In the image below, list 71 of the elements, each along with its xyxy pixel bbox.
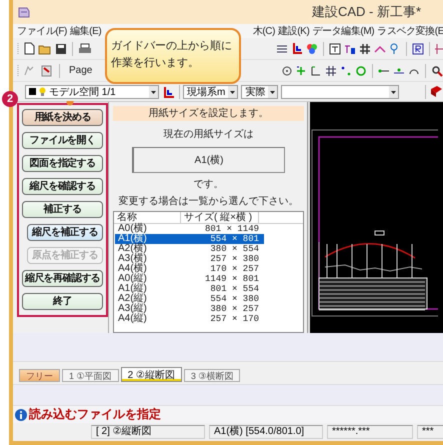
target-icon	[282, 66, 292, 76]
menu-item[interactable]: 木(C)	[252, 24, 276, 38]
hash-icon	[359, 42, 371, 54]
status-message: 読み込むファイルを指定	[29, 406, 161, 423]
guide-step-button[interactable]: 補正する	[22, 201, 103, 218]
dropdown-field[interactable]: 現場系m	[183, 84, 238, 98]
r-icon	[412, 42, 424, 54]
sheet-tab[interactable]: 1 ①平面図	[62, 369, 119, 382]
corner-icon	[310, 64, 322, 76]
instruction-banner: 用紙サイズを設定します。	[113, 106, 304, 121]
list-row[interactable]: A0(横) 801 × 1149	[115, 224, 264, 234]
guide-step-button[interactable]: 縮尺を再確認する	[22, 270, 103, 287]
sheet-tab[interactable]: 2 ②縦断図	[120, 367, 182, 382]
window-title: 建設CAD - 新工事*	[312, 3, 421, 21]
status-cell: [ 2] ②縦断図	[91, 425, 205, 439]
list-row[interactable]: A1(縦) 801 × 554	[115, 284, 264, 294]
dropdown-field[interactable]: モデル空間 1/1	[25, 84, 159, 98]
menu-item[interactable]: データ編集(M)	[312, 24, 374, 38]
toolbar-grip-icon	[17, 64, 20, 78]
callout-text: ガイドバーの上から順に作業を行います。	[105, 28, 241, 84]
guide-step-button[interactable]: 図面を指定する	[22, 155, 103, 172]
list-row[interactable]: A4(横) 170 × 257	[115, 264, 264, 274]
menu-item[interactable]: 建設(K)	[278, 24, 310, 38]
list-row[interactable]: A2(横) 380 × 554	[115, 244, 264, 254]
circle-icon	[355, 64, 367, 76]
current-size-display: A1(横)	[132, 147, 285, 173]
sheet-tab[interactable]: フリー	[19, 369, 60, 382]
app-icon	[17, 5, 31, 19]
menu-item[interactable]: 編集(E)	[70, 24, 102, 38]
dropdown-field[interactable]: 実際	[241, 84, 278, 98]
new-document-icon	[23, 42, 35, 55]
guide-step-button[interactable]: 終了	[22, 293, 103, 310]
list-row[interactable]: A0(縦) 1149 × 801	[115, 274, 264, 284]
text: です。	[194, 179, 224, 191]
bulb-icon	[39, 87, 46, 96]
toolbar-grip-icon	[17, 42, 20, 56]
column-header[interactable]: 名称	[114, 212, 181, 223]
save-icon	[55, 42, 67, 54]
open-folder-icon	[38, 42, 52, 54]
column-header[interactable]: サイズ( 縦×横 )	[181, 212, 259, 223]
color-swatch-icon	[29, 88, 36, 95]
step-badge: 2	[2, 91, 18, 107]
list-row[interactable]: A3(縦) 380 × 257	[115, 304, 264, 314]
text-box-icon	[329, 42, 341, 54]
dropdown-field[interactable]	[281, 84, 400, 98]
guide-step-button[interactable]: 縮尺を補正する	[27, 224, 103, 241]
text-insert-icon	[344, 42, 356, 54]
list-row[interactable]: A2(縦) 554 × 380	[115, 294, 264, 304]
guide-step-button[interactable]: ファイルを開く	[22, 132, 103, 149]
prompt-text: 現在の用紙サイズは	[164, 129, 254, 141]
status-cell: A1(横) [554.0/801.0]	[209, 425, 323, 439]
color-wheel-icon	[306, 42, 318, 54]
axis-icon	[162, 84, 176, 98]
list-icon	[276, 42, 288, 54]
status-cell: ******.***	[327, 425, 413, 439]
plus-grid-icon	[435, 42, 443, 54]
dots-icon	[340, 64, 352, 76]
page-button[interactable]: Page	[65, 64, 96, 77]
magnifier-icon	[431, 64, 443, 76]
axis-icon	[291, 42, 303, 55]
hash-icon	[325, 64, 337, 76]
sheet-tab[interactable]: 3 ③横断図	[184, 369, 240, 382]
guide-step-button[interactable]: 縮尺を確認する	[22, 178, 103, 195]
list-row[interactable]: A3(横) 257 × 380	[115, 254, 264, 264]
instruction-text: 変更する場合は一覧から選んで下さい。	[118, 196, 298, 208]
list-row[interactable]: A4(縦) 257 × 170	[115, 314, 264, 324]
print-icon	[78, 42, 92, 54]
plus-icon	[295, 64, 307, 76]
menu-item[interactable]: ファイル(F)	[17, 24, 67, 38]
guide-step-button[interactable]: 用紙を決める	[22, 109, 103, 126]
status-cell: ***	[417, 425, 443, 439]
